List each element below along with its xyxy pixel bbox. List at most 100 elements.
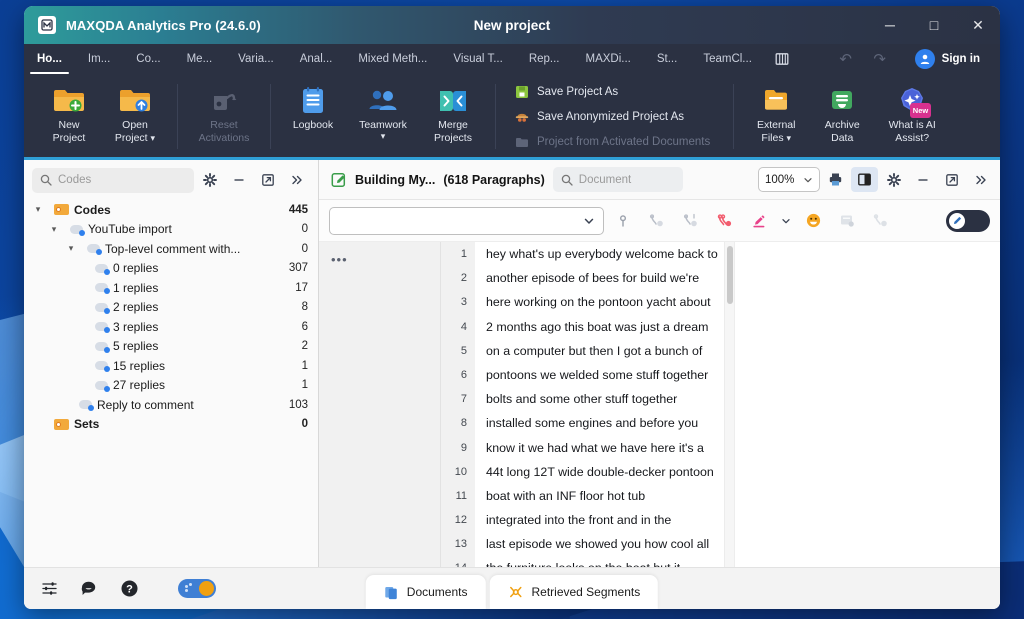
- minimize-panel-icon[interactable]: [225, 168, 252, 193]
- line-text[interactable]: another episode of bees for build we're: [475, 266, 699, 290]
- close-button[interactable]: ✕: [956, 6, 1000, 44]
- gear-icon[interactable]: [880, 167, 907, 192]
- twisty-expanded-icon[interactable]: ▾: [46, 224, 62, 235]
- more-options-icon[interactable]: •••: [331, 252, 440, 267]
- merge-projects-button[interactable]: Merge Projects: [420, 76, 486, 157]
- chat-bubble-icon[interactable]: [76, 576, 102, 602]
- zoom-level-select[interactable]: 100%: [758, 167, 820, 192]
- undo-coding-icon[interactable]: [710, 207, 740, 235]
- ribbon-tab-stats[interactable]: St...: [644, 44, 690, 74]
- tree-row-5-replies[interactable]: 5 replies 2: [24, 337, 318, 357]
- line-text[interactable]: here working on the pontoon yacht about: [475, 290, 711, 314]
- paragraph-line[interactable]: 7 bolts and some other stuff together: [441, 387, 734, 412]
- line-text[interactable]: bolts and some other stuff together: [475, 387, 677, 411]
- expand-more-icon[interactable]: [283, 168, 310, 193]
- paragraph-line[interactable]: 9 know it we had what we have here it's …: [441, 435, 734, 460]
- coding-gutter[interactable]: •••: [319, 242, 441, 567]
- tree-row-sets[interactable]: Sets 0: [24, 415, 318, 435]
- ribbon-tab-memos[interactable]: Me...: [174, 44, 226, 74]
- chevron-down-icon[interactable]: [778, 207, 794, 235]
- archive-data-button[interactable]: Archive Data: [809, 76, 875, 157]
- paragraph-line[interactable]: 10 44t long 12T wide double-decker ponto…: [441, 459, 734, 484]
- tree-row-codes[interactable]: ▾ Codes 445: [24, 200, 318, 220]
- tree-row-27-replies[interactable]: 27 replies 1: [24, 376, 318, 396]
- ribbon-tab-maxdictio[interactable]: MAXDi...: [573, 44, 644, 74]
- ribbon-tab-analysis[interactable]: Anal...: [287, 44, 346, 74]
- paragraph-line[interactable]: 5 on a computer but then I got a bunch o…: [441, 338, 734, 363]
- chevron-down-icon[interactable]: ▾: [151, 133, 156, 143]
- chevron-down-icon[interactable]: ▾: [381, 132, 386, 141]
- line-text[interactable]: integrated into the front and in the: [475, 508, 671, 532]
- save-anonymized-project-as-item[interactable]: Save Anonymized Project As: [509, 106, 716, 128]
- print-icon[interactable]: [822, 167, 849, 192]
- scrollbar-thumb[interactable]: [727, 246, 733, 304]
- line-text[interactable]: hey what's up everybody welcome back to: [475, 242, 718, 266]
- code-select-combobox[interactable]: [329, 206, 604, 235]
- line-text[interactable]: on a computer but then I got a bunch of: [475, 339, 702, 363]
- paragraph-line[interactable]: 11 boat with an INF floor hot tub: [441, 483, 734, 509]
- line-text[interactable]: 44t long 12T wide double-decker pontoon: [475, 460, 714, 484]
- paragraph-line[interactable]: 12 integrated into the front and in the: [441, 508, 734, 533]
- paragraph-line[interactable]: 4 2 months ago this boat was just a drea…: [441, 314, 734, 339]
- ribbon-tab-import[interactable]: Im...: [75, 44, 123, 74]
- line-text[interactable]: last episode we showed you how cool all: [475, 532, 709, 556]
- popout-panel-icon[interactable]: [254, 168, 281, 193]
- paragraph-line[interactable]: 2 another episode of bees for build we'r…: [441, 266, 734, 291]
- paragraph-line[interactable]: 6 pontoons we welded some stuff together: [441, 362, 734, 388]
- what-is-ai-assist-button[interactable]: New What is AI Assist?: [875, 76, 949, 157]
- line-text[interactable]: installed some engines and before you: [475, 411, 698, 435]
- new-project-button[interactable]: New Project: [36, 76, 102, 157]
- twisty-expanded-icon[interactable]: ▾: [63, 243, 79, 254]
- ribbon-tab-visual-tools[interactable]: Visual T...: [440, 44, 515, 74]
- tree-row-2-replies[interactable]: 2 replies 8: [24, 298, 318, 318]
- split-view-icon[interactable]: [851, 167, 878, 192]
- link-icon[interactable]: [866, 207, 896, 235]
- document-text-area[interactable]: 1 hey what's up everybody welcome back t…: [441, 242, 734, 567]
- undo-icon[interactable]: ↶: [831, 50, 861, 68]
- settings-sliders-icon[interactable]: [36, 576, 62, 602]
- line-text[interactable]: the furniture looks on the boat but it: [475, 556, 680, 567]
- maximize-button[interactable]: □: [912, 6, 956, 44]
- ribbon-tab-teamcloud[interactable]: TeamCl...: [690, 44, 765, 74]
- document-search-input[interactable]: Document: [552, 167, 683, 192]
- paragraph-line[interactable]: 3 here working on the pontoon yacht abou…: [441, 290, 734, 315]
- tree-row-youtube-import[interactable]: ▾ YouTube import 0: [24, 220, 318, 240]
- logbook-button[interactable]: Logbook: [280, 76, 346, 157]
- line-text[interactable]: 2 months ago this boat was just a dream: [475, 315, 708, 339]
- tree-row-top-level-comment[interactable]: ▾ Top-level comment with... 0: [24, 239, 318, 259]
- line-text[interactable]: boat with an INF floor hot tub: [475, 484, 645, 508]
- code-with-memo-icon[interactable]: [676, 207, 706, 235]
- tree-row-0-replies[interactable]: 0 replies 307: [24, 259, 318, 279]
- expand-more-icon[interactable]: [967, 167, 994, 192]
- ribbon-tab-variables[interactable]: Varia...: [225, 44, 287, 74]
- open-project-button[interactable]: Open Project ▾: [102, 76, 168, 157]
- save-project-as-item[interactable]: Save Project As: [509, 81, 716, 103]
- document-scrollbar[interactable]: [724, 242, 734, 567]
- tree-row-reply-to-comment[interactable]: Reply to comment 103: [24, 395, 318, 415]
- line-text[interactable]: know it we had what we have here it's a: [475, 436, 704, 460]
- tree-row-1-replies[interactable]: 1 replies 17: [24, 278, 318, 298]
- tree-row-3-replies[interactable]: 3 replies 6: [24, 317, 318, 337]
- ribbon-tab-codes[interactable]: Co...: [123, 44, 173, 74]
- project-from-activated-documents-item[interactable]: Project from Activated Documents: [509, 131, 716, 153]
- gear-icon[interactable]: [196, 168, 223, 193]
- paragraph-line[interactable]: 13 last episode we showed you how cool a…: [441, 532, 734, 557]
- help-question-icon[interactable]: ?: [116, 576, 142, 602]
- tab-documents[interactable]: Documents: [365, 575, 486, 609]
- paragraph-line[interactable]: 8 installed some engines and before you: [441, 411, 734, 436]
- code-in-vivo-icon[interactable]: [642, 207, 672, 235]
- code-tree[interactable]: ▾ Codes 445 ▾ YouTube import 0 ▾ Top-lev…: [24, 200, 318, 567]
- paragraph-line[interactable]: 14 the furniture looks on the boat but i…: [441, 556, 734, 567]
- external-files-button[interactable]: External Files ▾: [743, 76, 809, 157]
- ribbon-tab-home[interactable]: Ho...: [24, 44, 75, 74]
- highlight-pen-icon[interactable]: [744, 207, 774, 235]
- minimize-panel-icon[interactable]: [909, 167, 936, 192]
- ribbon-tab-mixed-methods[interactable]: Mixed Meth...: [345, 44, 440, 74]
- minimize-button[interactable]: ─: [868, 6, 912, 44]
- tab-retrieved-segments[interactable]: Retrieved Segments: [489, 575, 659, 609]
- ribbon-tab-reports[interactable]: Rep...: [516, 44, 573, 74]
- chevron-down-icon[interactable]: ▾: [787, 133, 792, 143]
- paragraph-line[interactable]: 1 hey what's up everybody welcome back t…: [441, 242, 734, 267]
- day-night-toggle[interactable]: [178, 579, 216, 598]
- emoji-code-icon[interactable]: [798, 207, 828, 235]
